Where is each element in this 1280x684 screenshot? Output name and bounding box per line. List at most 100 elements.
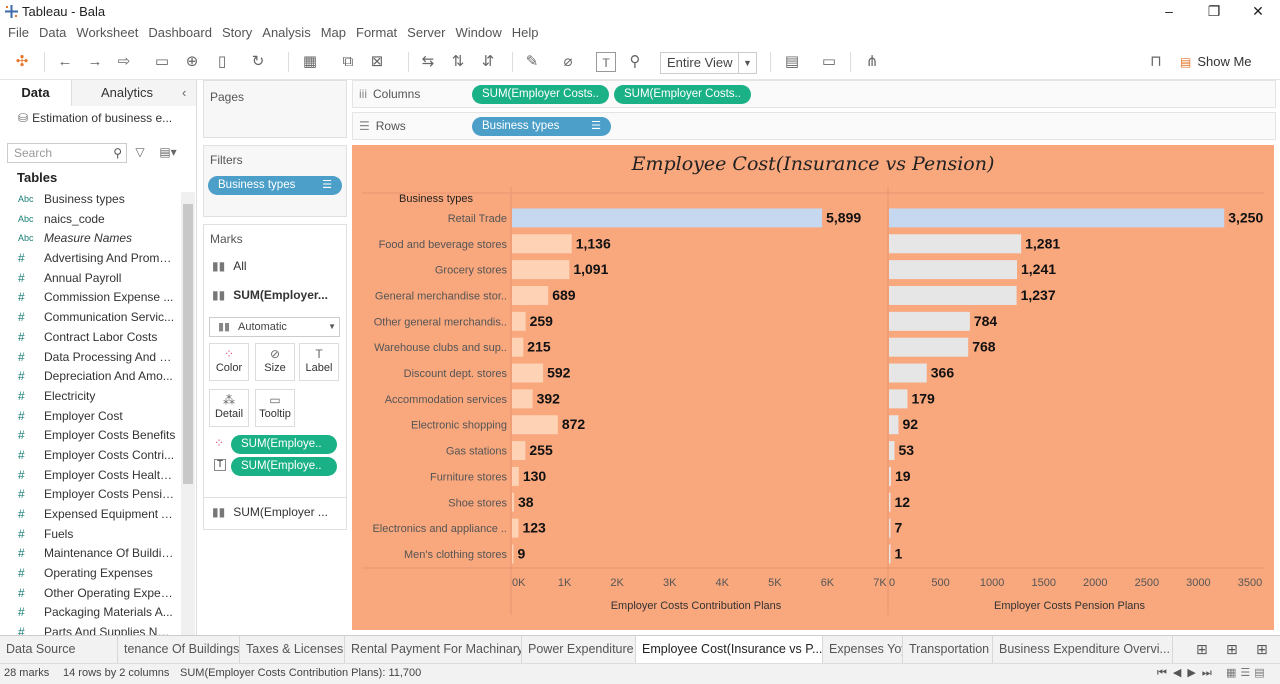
bar-contribution[interactable] [512, 492, 514, 512]
field-item[interactable]: # Contract Labor Costs [0, 328, 180, 348]
sheet-tab[interactable]: Rental Payment For Machinary [345, 636, 522, 663]
field-item[interactable]: # Employer Costs Health... [0, 466, 180, 486]
field-item[interactable]: # Fuels [0, 525, 180, 545]
sheet-tab[interactable]: Transportation [903, 636, 993, 663]
bar-contribution[interactable] [512, 285, 549, 305]
mark-type-dropdown[interactable]: ▮▮ Automatic ▼ [209, 317, 340, 337]
bar-pension[interactable] [889, 285, 1017, 305]
new-dashboard-icon[interactable]: ⊞ [1220, 636, 1248, 663]
redo-icon[interactable]: → [85, 52, 105, 72]
show-labels-icon[interactable]: T [596, 52, 616, 72]
menu-analysis[interactable]: Analysis [262, 24, 310, 42]
new-worksheet-icon[interactable]: ⊞ [1190, 636, 1218, 663]
field-item[interactable]: Abc Measure Names [0, 229, 180, 249]
bar-contribution[interactable] [512, 234, 572, 254]
bar-contribution[interactable] [512, 544, 514, 564]
field-item[interactable]: # Employer Costs Benefits [0, 426, 180, 446]
collapse-pane-icon[interactable]: ‹ [182, 80, 196, 106]
menu-story[interactable]: Story [222, 24, 252, 42]
bar-pension[interactable] [889, 492, 891, 512]
size-button[interactable]: ⊘ Size [255, 343, 295, 381]
bar-pension[interactable] [889, 466, 891, 486]
sheet-nav-icons[interactable]: ⏮◀▶⏭ [1157, 664, 1218, 683]
bar-pension[interactable] [889, 208, 1225, 228]
tab-analytics[interactable]: Analytics [72, 80, 182, 106]
sort-descending-icon[interactable]: ⇵ [478, 52, 498, 72]
label-encoding-pill[interactable]: SUM(Employe.. [231, 457, 337, 476]
field-item[interactable]: # Packaging Materials A... [0, 603, 180, 623]
bar-pension[interactable] [889, 311, 970, 331]
sheet-view-icons[interactable]: ▦☰▤ [1226, 664, 1269, 683]
bar-pension[interactable] [889, 415, 899, 435]
field-item[interactable]: Abc Business types [0, 190, 180, 210]
minimize-icon[interactable]: – [1147, 0, 1191, 24]
clear-sheet-icon[interactable]: ⊠ [367, 52, 387, 72]
tooltip-button[interactable]: ▭ Tooltip [255, 389, 295, 427]
field-item[interactable]: # Parts And Supplies Not... [0, 623, 180, 635]
marks-sum1-row[interactable]: ▮▮ SUM(Employer... [212, 288, 328, 302]
field-search-input[interactable]: Search ⚲ [7, 143, 127, 163]
scrollbar-thumb[interactable] [183, 204, 193, 484]
menu-dashboard[interactable]: Dashboard [148, 24, 212, 42]
new-worksheet-icon[interactable]: ▦ [300, 52, 320, 72]
share-icon[interactable]: ⋔ [862, 52, 882, 72]
field-item[interactable]: # Electricity [0, 387, 180, 407]
bar-pension[interactable] [889, 441, 895, 461]
color-encoding-pill[interactable]: SUM(Employe.. [231, 435, 337, 454]
duplicate-sheet-icon[interactable]: ⧉ [338, 52, 358, 72]
sheet-tab[interactable]: Taxes & Licenses [240, 636, 345, 663]
field-item[interactable]: # Advertising And Promo... [0, 249, 180, 269]
tab-data-source[interactable]: Data Source [0, 636, 118, 663]
ask-data-icon[interactable]: ⊓ [1146, 52, 1166, 72]
swap-icon[interactable]: ⇆ [418, 52, 438, 72]
bar-pension[interactable] [889, 389, 908, 409]
fit-dropdown[interactable]: Entire View ▼ [660, 52, 757, 74]
field-list-scrollbar[interactable] [181, 192, 195, 635]
menu-file[interactable]: File [8, 24, 29, 42]
menu-worksheet[interactable]: Worksheet [76, 24, 138, 42]
bar-contribution[interactable] [512, 363, 544, 383]
sheet-tab[interactable]: Power Expenditure [522, 636, 636, 663]
show-me-button[interactable]: ▤ Show Me [1180, 52, 1270, 72]
menu-help[interactable]: Help [512, 24, 539, 42]
columns-pill-1[interactable]: SUM(Employer Costs.. [472, 85, 609, 104]
refresh-icon[interactable]: ↻ [248, 52, 268, 72]
close-icon[interactable]: ✕ [1236, 0, 1280, 24]
rows-shelf[interactable]: ☰ Rows Business types ☰ [352, 112, 1276, 140]
bar-contribution[interactable] [512, 466, 519, 486]
save-icon[interactable]: ▭ [152, 52, 172, 72]
field-item[interactable]: # Commission Expense ... [0, 288, 180, 308]
field-item[interactable]: # Other Operating Expen... [0, 584, 180, 604]
filter-pill-business-types[interactable]: Business types ☰ [208, 176, 342, 195]
tableau-home-icon[interactable]: ✣ [12, 52, 32, 72]
field-item[interactable]: # Data Processing And C... [0, 348, 180, 368]
field-item[interactable]: # Maintenance Of Buildin... [0, 544, 180, 564]
filters-card[interactable]: Filters Business types ☰ [203, 145, 347, 217]
show-cards-icon[interactable]: ▤ [782, 52, 802, 72]
restore-icon[interactable]: ❐ [1192, 0, 1236, 24]
highlight-icon[interactable]: ✎ [522, 52, 542, 72]
tab-data[interactable]: Data [0, 80, 72, 106]
sort-ascending-icon[interactable]: ⇅ [448, 52, 468, 72]
bar-pension[interactable] [889, 363, 927, 383]
sheet-tab[interactable]: Business Expenditure Overvi... [993, 636, 1173, 663]
detail-button[interactable]: ⁂ Detail [209, 389, 249, 427]
field-item[interactable]: # Expensed Equipment A... [0, 505, 180, 525]
marks-sum2-row[interactable]: ▮▮ SUM(Employer ... [212, 505, 328, 519]
bar-contribution[interactable] [512, 208, 823, 228]
bar-pension[interactable] [889, 260, 1018, 280]
pause-updates-icon[interactable]: ▯ [212, 52, 232, 72]
field-item[interactable]: # Communication Servic... [0, 308, 180, 328]
chart-canvas[interactable]: Business types Retail Trade Food and bever… [352, 145, 1274, 630]
bar-contribution[interactable] [512, 337, 524, 357]
label-button[interactable]: T Label [299, 343, 339, 381]
group-icon[interactable]: ⌀ [558, 52, 578, 72]
bar-contribution[interactable] [512, 311, 526, 331]
color-button[interactable]: ⁘ Color [209, 343, 249, 381]
menu-server[interactable]: Server [407, 24, 445, 42]
undo-icon[interactable]: ← [55, 52, 75, 72]
sheet-tab[interactable]: tenance Of Buildings [118, 636, 240, 663]
sheet-tab[interactable]: Employee Cost(Insurance vs P... [636, 636, 823, 663]
pages-card[interactable]: Pages [203, 80, 347, 138]
worksheet-view[interactable]: Employee Cost(Insurance vs Pension) Busi… [352, 145, 1274, 630]
